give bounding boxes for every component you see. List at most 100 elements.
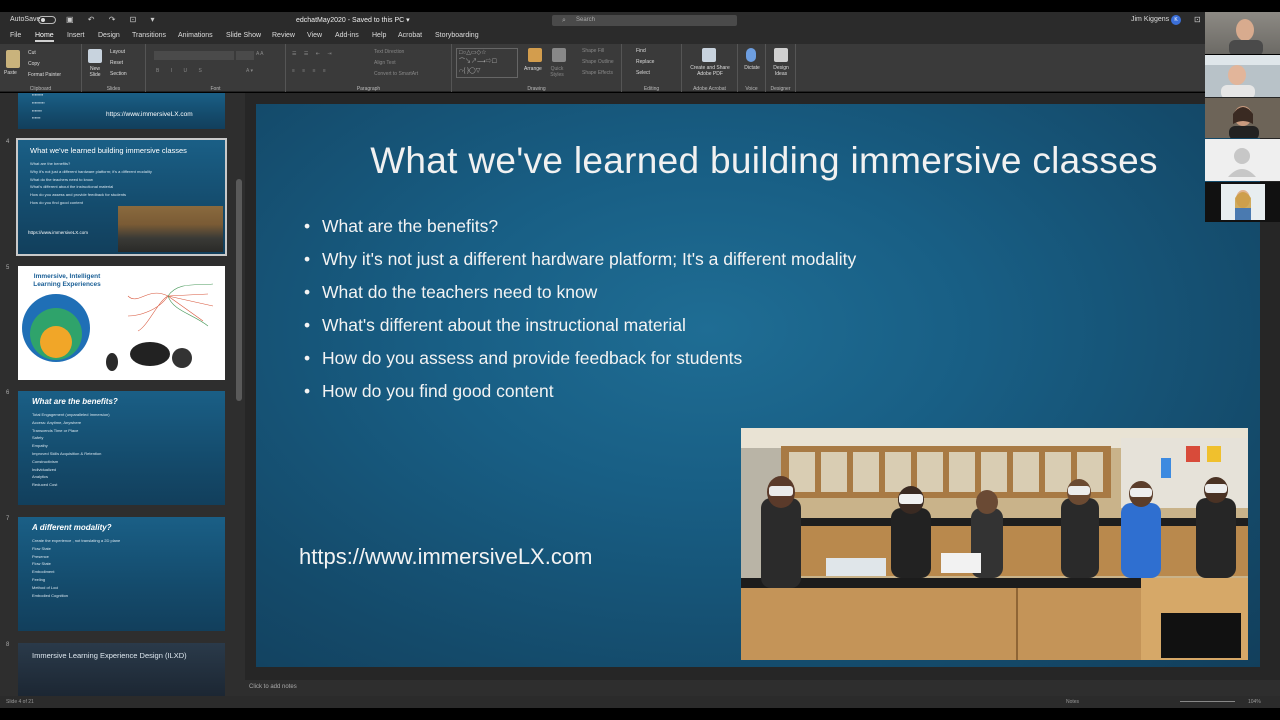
slides-group-label: Slides	[106, 86, 121, 92]
current-slide[interactable]: What we've learned building immersive cl…	[256, 104, 1260, 667]
thumbnail-number: 5	[6, 265, 10, 271]
bullet-item: • How do you assess and provide feedback …	[304, 348, 743, 368]
shape-effects-button[interactable]: Shape Effects	[582, 70, 613, 76]
shape-outline-button[interactable]: Shape Outline	[582, 59, 614, 65]
copy-button[interactable]: Copy	[28, 61, 40, 67]
participant-video-5[interactable]	[1205, 182, 1280, 222]
cut-button[interactable]: Cut	[28, 50, 36, 56]
tab-help[interactable]: Help	[372, 32, 386, 39]
zoom-level[interactable]: 104%	[1248, 699, 1261, 705]
design-ideas-icon[interactable]	[774, 48, 788, 62]
thumbnail-slide-3[interactable]: ▪▪▪▪▪▪▪▪ ▪▪▪▪▪▪▪▪▪ ▪▪▪▪▪▪▪ ▪▪▪▪▪▪ https://w…	[18, 93, 225, 129]
paste-icon[interactable]	[6, 50, 20, 68]
adobe-pdf-icon[interactable]	[702, 48, 716, 62]
text-direction-button[interactable]: Text Direction	[374, 49, 404, 55]
quick-access-toolbar[interactable]: ▣ ↶ ↷ ⊡ ▾	[66, 15, 161, 24]
thumbnail-line: How do you assess and provide feedback f…	[30, 192, 127, 198]
participant-video-1[interactable]	[1205, 12, 1280, 54]
notes-pane[interactable]: Click to add notes	[245, 680, 1280, 696]
zoom-slider[interactable]	[1180, 701, 1235, 702]
slide-title[interactable]: What we've learned building immersive cl…	[304, 140, 1224, 182]
participant-video-3[interactable]	[1205, 98, 1280, 138]
tab-file[interactable]: File	[10, 32, 21, 39]
font-name-dropdown[interactable]	[154, 51, 234, 60]
thumbnail-line: Flow State	[32, 561, 51, 567]
bullet-item: • What do the teachers need to know	[304, 282, 598, 302]
thumbnail-line: Create the experience , not translating …	[32, 538, 121, 543]
slides-group: New Slide Layout Reset Section Slides	[82, 44, 146, 92]
tab-acrobat[interactable]: Acrobat	[398, 32, 422, 39]
tab-view[interactable]: View	[307, 32, 322, 39]
tab-review[interactable]: Review	[272, 32, 295, 39]
user-avatar[interactable]: K	[1171, 15, 1181, 25]
shapes-gallery[interactable]: □○△▭◇☆ ⌒↘↗⟶⇨☐ ∩{ }◯▽	[456, 48, 518, 78]
thumbnail-classroom-photo	[118, 206, 223, 252]
create-share-pdf-label: Create and Share Adobe PDF	[690, 65, 730, 77]
tab-design[interactable]: Design	[98, 32, 120, 39]
align-text-button[interactable]: Align Text	[374, 60, 396, 66]
design-ideas-label: Design Ideas	[773, 65, 789, 77]
tab-animations[interactable]: Animations	[178, 32, 213, 39]
notes-toggle[interactable]: Notes	[1066, 699, 1079, 705]
clipboard-group: Paste Cut Copy Format Painter Clipboard	[0, 44, 82, 92]
thumbnail-line: Flow State	[32, 545, 51, 551]
thumbnail-line: What's different about the instructional…	[30, 184, 114, 190]
list-buttons[interactable]: ☰ ☰ ⇤ ⇥	[292, 51, 335, 57]
slide-thumbnails-panel[interactable]: ▪▪▪▪▪▪▪▪ ▪▪▪▪▪▪▪▪▪ ▪▪▪▪▪▪▪ ▪▪▪▪▪▪ https://w…	[0, 93, 245, 696]
paragraph-group: ☰ ☰ ⇤ ⇥ ≡ ≡ ≡ ≡ Text Direction Align Tex…	[286, 44, 452, 92]
scrollbar-thumb[interactable]	[236, 179, 242, 401]
autosave-toggle[interactable]	[38, 16, 56, 24]
notes-placeholder[interactable]: Click to add notes	[249, 684, 297, 690]
classroom-photo[interactable]	[741, 428, 1248, 660]
font-size-dropdown[interactable]	[236, 51, 254, 60]
participant-video-2[interactable]	[1205, 55, 1280, 97]
tab-storyboarding[interactable]: Storyboarding	[435, 32, 479, 39]
ribbon-tabs: File Home Insert Design Transitions Anim…	[0, 29, 1205, 44]
font-color-button[interactable]: A ▾	[246, 68, 253, 74]
select-button[interactable]: Select	[636, 70, 650, 76]
tab-slide-show[interactable]: Slide Show	[226, 32, 261, 39]
layout-button[interactable]: Layout	[110, 49, 125, 55]
thumbnail-slide-4[interactable]: What we've learned building immersive cl…	[16, 138, 227, 256]
font-grow-shrink[interactable]: A A	[256, 51, 264, 57]
font-style-buttons[interactable]: B I U S	[156, 68, 207, 74]
thumbnails-scrollbar[interactable]	[233, 93, 245, 696]
tab-home[interactable]: Home	[35, 32, 54, 42]
video-call-panel	[1205, 12, 1280, 272]
reset-button[interactable]: Reset	[110, 60, 123, 66]
convert-smartart-button[interactable]: Convert to SmartArt	[374, 71, 418, 77]
document-name[interactable]: edchatMay2020 - Saved to this PC ▾	[296, 16, 410, 24]
format-painter-button[interactable]: Format Painter	[28, 72, 61, 78]
microphone-icon[interactable]	[746, 48, 756, 62]
thumbnail-slide-7[interactable]: A different modality? Create the experie…	[18, 517, 225, 631]
new-slide-icon[interactable]	[88, 49, 102, 63]
clipboard-group-label: Clipboard	[29, 86, 52, 92]
designer-group: Design Ideas Designer	[766, 44, 796, 92]
arrange-label: Arrange	[524, 66, 542, 72]
shape-fill-button[interactable]: Shape Fill	[582, 48, 604, 54]
thumbnail-slide-5[interactable]: Immersive, Intelligent Learning Experien…	[18, 266, 225, 380]
search-box[interactable]: ⌕ Search	[552, 15, 737, 26]
thumbnail-number: 6	[6, 390, 10, 396]
thumbnail-line: Embodiment	[32, 569, 55, 575]
arrange-icon[interactable]	[528, 48, 542, 62]
find-button[interactable]: Find	[636, 48, 646, 54]
thumbnail-line: Reduced Cost	[32, 482, 58, 488]
autosave-label: AutoSave	[10, 16, 41, 23]
thumbnail-slide-6[interactable]: What are the benefits? Total Engagement …	[18, 391, 225, 505]
participant-avatar-4[interactable]	[1205, 139, 1280, 181]
slide-url-text[interactable]: https://www.immersiveLX.com	[299, 544, 592, 570]
bullet-item: • Why it's not just a different hardware …	[304, 249, 857, 269]
ribbon-display-icon[interactable]: ⊡	[1194, 15, 1201, 24]
quick-styles-icon[interactable]	[552, 48, 566, 62]
thumbnail-slide-8[interactable]: Immersive Learning Experience Design (IL…	[18, 643, 225, 696]
tab-insert[interactable]: Insert	[67, 32, 85, 39]
section-button[interactable]: Section	[110, 71, 127, 77]
replace-button[interactable]: Replace	[636, 59, 654, 65]
align-buttons[interactable]: ≡ ≡ ≡ ≡	[292, 68, 329, 74]
tab-add-ins[interactable]: Add-ins	[335, 32, 359, 39]
bullet-item: • What's different about the instructiona…	[304, 315, 686, 335]
user-name[interactable]: Jim Kiggens	[1131, 16, 1169, 23]
bullet-list[interactable]: • What are the benefits? • Why it's not ju…	[304, 216, 856, 414]
tab-transitions[interactable]: Transitions	[132, 32, 166, 39]
